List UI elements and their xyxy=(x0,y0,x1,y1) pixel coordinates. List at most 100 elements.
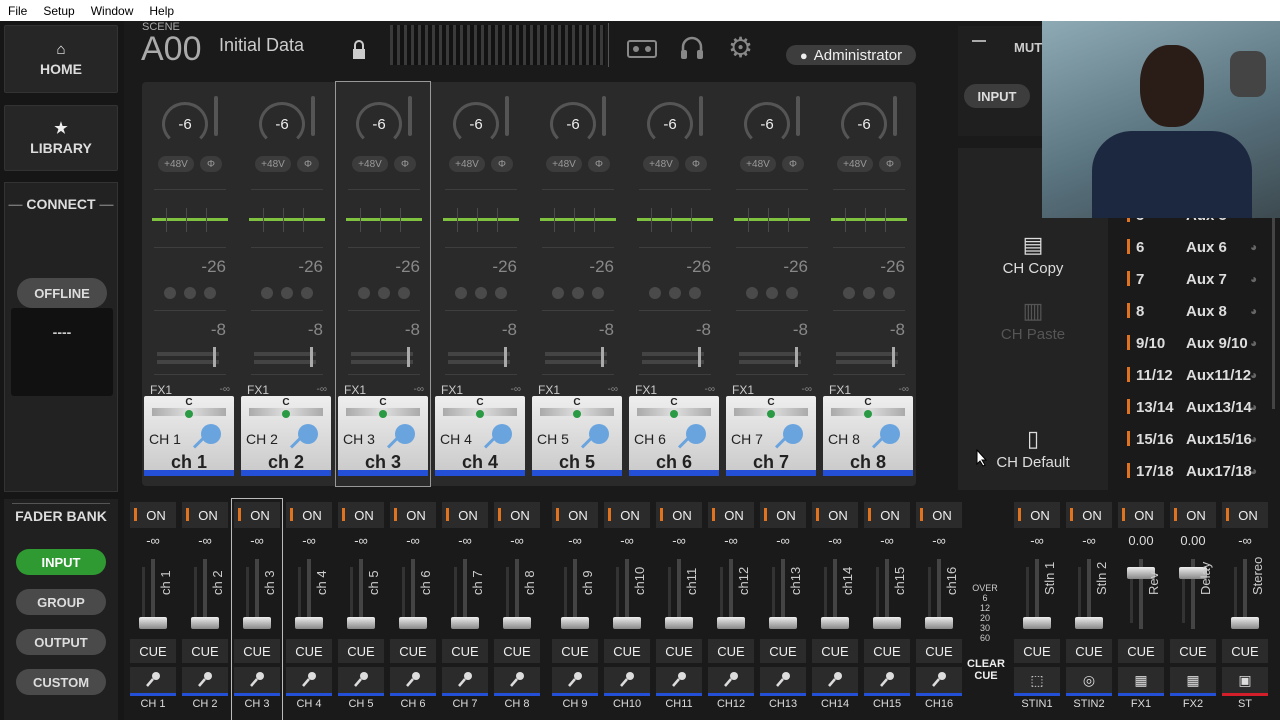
cue-button[interactable]: CUE xyxy=(708,639,754,663)
fader-handle[interactable] xyxy=(451,617,479,629)
aux-send-knob-icon[interactable]: ◕ xyxy=(1250,304,1257,318)
menu-file[interactable]: File xyxy=(8,4,27,18)
ch-paste-button[interactable]: ▥ CH Paste xyxy=(978,298,1088,343)
channel-name-box[interactable]: C CH 6 ch 6 xyxy=(629,396,719,476)
fx-icon[interactable]: ▦ xyxy=(1170,667,1216,693)
cue-button[interactable]: CUE xyxy=(1222,639,1268,663)
on-button[interactable]: ON xyxy=(286,502,332,528)
cue-button[interactable]: CUE xyxy=(1118,639,1164,663)
microphone-icon[interactable] xyxy=(864,667,910,693)
microphone-icon[interactable] xyxy=(812,667,858,693)
aux-send-knob-icon[interactable]: ◕ xyxy=(1250,272,1257,286)
eq-curve[interactable] xyxy=(346,218,422,221)
phantom-power-button[interactable]: +48V xyxy=(546,156,582,172)
fx-icon[interactable]: ▦ xyxy=(1118,667,1164,693)
aux-send-row[interactable]: 7 Aux 7 ◕ xyxy=(1124,263,1269,295)
send-level[interactable]: -8 xyxy=(793,320,808,340)
channel-strip[interactable]: -6 +48V Φ -26 -8 FX1 -∞ C CH 3 ch 3 xyxy=(335,81,431,487)
aux-send-knob-icon[interactable]: ◕ xyxy=(1250,368,1257,382)
fader-handle[interactable] xyxy=(665,617,693,629)
gear-icon[interactable]: ⚙ xyxy=(728,31,753,64)
send-fader-handle[interactable] xyxy=(795,347,798,367)
headphones-icon[interactable] xyxy=(679,35,705,66)
aux-send-row[interactable]: 17/18 Aux17/18 ◕ xyxy=(1124,455,1269,487)
send-level[interactable]: -8 xyxy=(405,320,420,340)
channel-strip[interactable]: -6 +48V Φ -26 -8 FX1 -∞ C CH 5 ch 5 xyxy=(530,82,624,486)
aux-send-knob-icon[interactable]: ◕ xyxy=(1250,240,1257,254)
on-button[interactable]: ON xyxy=(234,502,280,528)
dynamics-threshold[interactable]: -26 xyxy=(201,257,226,277)
phase-button[interactable]: Φ xyxy=(491,156,513,172)
send-level[interactable]: -8 xyxy=(599,320,614,340)
cue-button[interactable]: CUE xyxy=(338,639,384,663)
fader-handle[interactable] xyxy=(717,617,745,629)
dynamics-threshold[interactable]: -26 xyxy=(686,257,711,277)
stereo-input-icon[interactable]: ⬚ xyxy=(1014,667,1060,693)
gain-knob[interactable]: -6 xyxy=(259,102,305,146)
channel-strip[interactable]: -6 +48V Φ -26 -8 FX1 -∞ C CH 1 ch 1 xyxy=(142,82,236,486)
cue-button[interactable]: CUE xyxy=(812,639,858,663)
scene-number[interactable]: A00 xyxy=(141,30,202,69)
channel-name-box[interactable]: C CH 1 ch 1 xyxy=(144,396,234,476)
fader-handle[interactable] xyxy=(399,617,427,629)
channel-strip[interactable]: -6 +48V Φ -26 -8 FX1 -∞ C CH 2 ch 2 xyxy=(239,82,333,486)
phase-button[interactable]: Φ xyxy=(394,156,416,172)
phantom-power-button[interactable]: +48V xyxy=(449,156,485,172)
send-level[interactable]: -8 xyxy=(890,320,905,340)
on-button[interactable]: ON xyxy=(864,502,910,528)
scene-name[interactable]: Initial Data xyxy=(219,35,304,56)
eq-curve[interactable] xyxy=(831,218,907,221)
dynamics-threshold[interactable]: -26 xyxy=(880,257,905,277)
clear-cue-button[interactable]: CLEAR CUE xyxy=(963,658,1009,686)
cue-button[interactable]: CUE xyxy=(1014,639,1060,663)
aux-scrollbar[interactable] xyxy=(1272,199,1275,409)
phantom-power-button[interactable]: +48V xyxy=(740,156,776,172)
microphone-icon[interactable] xyxy=(338,667,384,693)
phase-button[interactable]: Φ xyxy=(782,156,804,172)
on-button[interactable]: ON xyxy=(760,502,806,528)
dynamics-threshold[interactable]: -26 xyxy=(298,257,323,277)
cue-button[interactable]: CUE xyxy=(552,639,598,663)
ch-copy-button[interactable]: ▤ CH Copy xyxy=(978,232,1088,277)
gain-knob[interactable]: -6 xyxy=(550,102,596,146)
gain-knob[interactable]: -6 xyxy=(162,102,208,146)
cue-button[interactable]: CUE xyxy=(442,639,488,663)
eq-curve[interactable] xyxy=(249,218,325,221)
channel-name-box[interactable]: C CH 2 ch 2 xyxy=(241,396,331,476)
send-fader-handle[interactable] xyxy=(407,347,410,367)
channel-name-box[interactable]: C CH 3 ch 3 xyxy=(338,396,428,476)
microphone-icon[interactable] xyxy=(130,667,176,693)
aux-send-row[interactable]: 11/12 Aux11/12 ◕ xyxy=(1124,359,1269,391)
on-button[interactable]: ON xyxy=(130,502,176,528)
on-button[interactable]: ON xyxy=(182,502,228,528)
cue-button[interactable]: CUE xyxy=(1066,639,1112,663)
microphone-icon[interactable] xyxy=(182,667,228,693)
aux-send-row[interactable]: 6 Aux 6 ◕ xyxy=(1124,231,1269,263)
user-badge[interactable]: ● Administrator xyxy=(786,45,916,65)
send-fader-handle[interactable] xyxy=(892,347,895,367)
cue-button[interactable]: CUE xyxy=(1170,639,1216,663)
lock-icon[interactable] xyxy=(352,39,366,61)
on-button[interactable]: ON xyxy=(604,502,650,528)
fader-handle[interactable] xyxy=(1023,617,1051,629)
gain-knob[interactable]: -6 xyxy=(647,102,693,146)
channel-strip[interactable]: -6 +48V Φ -26 -8 FX1 -∞ C CH 7 ch 7 xyxy=(724,82,818,486)
stereo-output-icon[interactable]: ▣ xyxy=(1222,667,1268,693)
send-level[interactable]: -8 xyxy=(502,320,517,340)
microphone-icon[interactable] xyxy=(760,667,806,693)
microphone-icon[interactable] xyxy=(552,667,598,693)
gain-knob[interactable]: -6 xyxy=(744,102,790,146)
fader-handle[interactable] xyxy=(821,617,849,629)
cue-button[interactable]: CUE xyxy=(130,639,176,663)
mute-input-button[interactable]: INPUT xyxy=(964,84,1030,108)
eq-curve[interactable] xyxy=(443,218,519,221)
dynamics-threshold[interactable]: -26 xyxy=(395,257,420,277)
channel-strip[interactable]: -6 +48V Φ -26 -8 FX1 -∞ C CH 6 ch 6 xyxy=(627,82,721,486)
gain-knob[interactable]: -6 xyxy=(453,102,499,146)
fader-handle[interactable] xyxy=(139,617,167,629)
microphone-icon[interactable] xyxy=(390,667,436,693)
home-button[interactable]: ⌂ HOME xyxy=(4,25,118,93)
cue-button[interactable]: CUE xyxy=(916,639,962,663)
cue-button[interactable]: CUE xyxy=(234,639,280,663)
on-button[interactable]: ON xyxy=(1170,502,1216,528)
